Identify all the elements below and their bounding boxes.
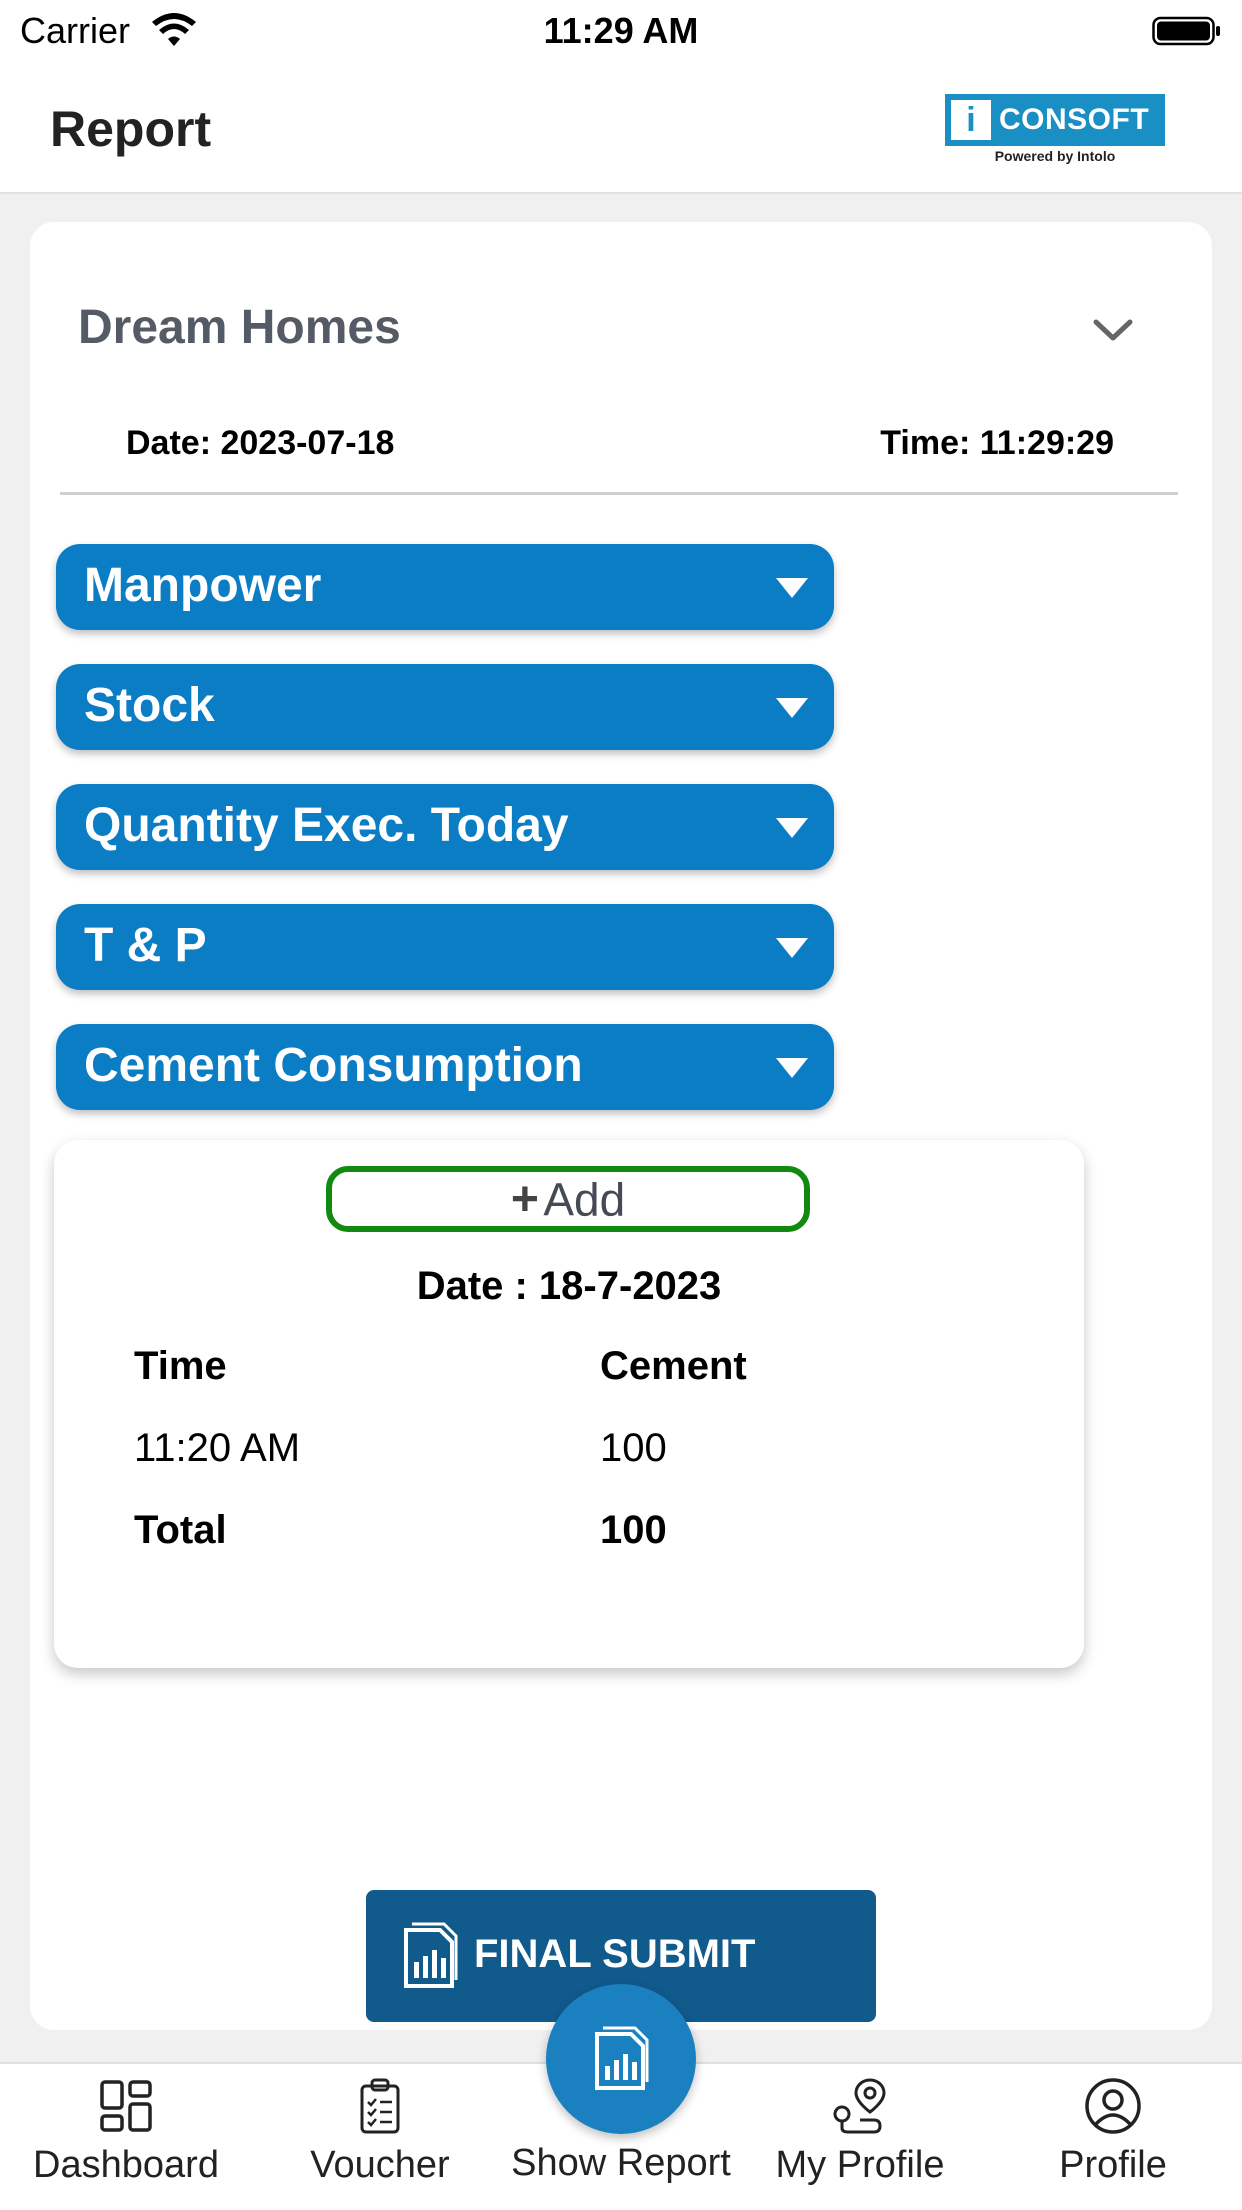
tab-profile[interactable]: Profile [998,2064,1228,2210]
column-header-cement: Cement [600,1344,747,1388]
consumption-date: Date : 18-7-2023 [416,1264,722,1308]
location-route-icon [833,2078,886,2134]
app-header: Report i CONSOFT Powered by Intolo [0,64,1242,194]
column-header-time: Time [134,1344,227,1388]
status-time: 11:29 AM [543,10,699,51]
logo-box: i CONSOFT [945,94,1165,146]
caret-down-icon [776,1058,808,1078]
add-button-label: Add [543,1173,626,1226]
status-bar: Carrier 11:29 AM [0,0,1242,64]
chevron-down-icon[interactable] [1088,310,1138,350]
accordion-label: Cement Consumption [84,1039,583,1092]
logo-brand: CONSOFT [999,103,1150,136]
tab-label: My Profile [775,2144,945,2186]
accordion-label: Quantity Exec. Today [84,799,569,852]
tab-dashboard[interactable]: Dashboard [11,2064,241,2210]
divider [60,492,1178,495]
accordion-label: Stock [84,679,215,732]
row-cement-cell: 100 [600,1426,667,1470]
tab-label: Profile [1059,2144,1167,2186]
tab-voucher[interactable]: Voucher [265,2064,495,2210]
accordion-manpower[interactable]: Manpower [56,544,834,630]
consoft-logo: i CONSOFT Powered by Intolo [945,94,1165,166]
accordion-stock[interactable]: Stock [56,664,834,750]
total-label: Total [134,1508,227,1552]
accordion-label: Manpower [84,559,322,612]
accordion-label: T & P [84,919,207,972]
tab-label: Voucher [310,2144,450,2186]
caret-down-icon [776,818,808,838]
plus-icon: + [510,1173,539,1226]
caret-down-icon [776,578,808,598]
tab-my-profile[interactable]: My Profile [745,2064,975,2210]
cement-consumption-panel: + Add Date : 18-7-2023 Time Cement 11:20… [54,1140,1084,1668]
caret-down-icon [776,938,808,958]
caret-down-icon [776,698,808,718]
report-icon [595,2026,649,2090]
row-time-cell: 11:20 AM [134,1426,301,1470]
report-time: Time: 11:29:29 [880,424,1114,462]
clipboard-icon [360,2078,400,2134]
battery-icon [1152,16,1220,46]
dashboard-icon [100,2080,152,2132]
report-card: Dream Homes Date: 2023-07-18 Time: 11:29… [30,222,1212,2030]
tab-label-show-report[interactable]: Show Report [480,2142,762,2185]
add-button[interactable]: + Add [326,1166,810,1232]
accordion-cement-consumption[interactable]: Cement Consumption [56,1024,834,1110]
final-submit-label: FINAL SUBMIT [474,1932,756,1976]
project-selector[interactable]: Dream Homes [78,300,401,355]
total-value: 100 [600,1508,667,1552]
report-icon [404,1922,458,1988]
logo-tagline: Powered by Intolo [994,148,1116,164]
logo-mark: i [951,100,991,140]
tab-label: Dashboard [33,2144,219,2186]
report-date: Date: 2023-07-18 [126,424,395,462]
page-title: Report [50,101,212,157]
accordion-quantity-exec[interactable]: Quantity Exec. Today [56,784,834,870]
user-icon [1085,2078,1141,2134]
tab-show-report[interactable] [546,1984,696,2134]
accordion-t-and-p[interactable]: T & P [56,904,834,990]
